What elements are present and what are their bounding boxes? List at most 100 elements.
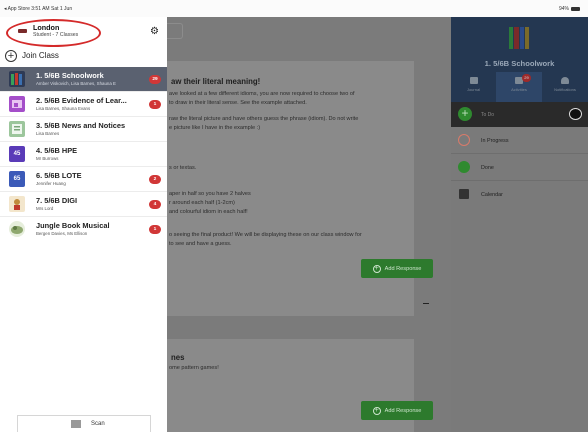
newspaper-icon (12, 124, 22, 134)
class-avatar (9, 96, 25, 112)
clock-icon (458, 134, 470, 146)
add-icon[interactable]: + (458, 107, 472, 121)
done-row[interactable]: Done (451, 154, 588, 181)
class-teachers: Mrs Lord (36, 206, 54, 211)
folder-icon[interactable] (569, 108, 582, 120)
class-name: Jungle Book Musical (36, 221, 110, 230)
class-teachers: Bergen Davies, Ms Ellison (36, 231, 88, 236)
row-label: Done (481, 165, 494, 171)
more-icon[interactable] (423, 303, 429, 304)
post-line: to draw in their literal sense. See the … (169, 100, 307, 106)
class-item[interactable]: 7. 5/6B DIGI Mrs Lord 4 (0, 192, 167, 217)
journal-icon (469, 77, 478, 84)
tab-label: Activities (511, 87, 527, 92)
class-badge: 2 (149, 175, 161, 184)
class-tabs: Journal 29 Activities Notifications (451, 72, 588, 102)
add-response-button[interactable]: + Add Response (361, 401, 433, 420)
tab-label: Notifications (554, 87, 576, 92)
battery-percent: 94% (558, 6, 569, 12)
class-name: 7. 5/6B DIGI (36, 196, 78, 205)
scan-icon (71, 420, 81, 428)
scan-button[interactable]: Scan (17, 415, 151, 432)
battery-icon (571, 6, 580, 11)
class-avatar: 45 (9, 146, 25, 162)
tab-journal[interactable]: Journal (451, 72, 496, 102)
post-line: and colourful idiom in each half! (169, 209, 248, 215)
character-icon (14, 199, 20, 210)
row-label: In Progress (481, 138, 509, 144)
add-response-label: Add Response (384, 407, 422, 414)
class-badge: 4 (149, 200, 161, 209)
status-bar: ◂ App Store 3:51 AM Sat 1 Jun 94% (0, 0, 588, 17)
class-avatar: 65 (9, 171, 25, 187)
books-icon (509, 27, 529, 49)
gear-icon[interactable]: ⚙ (150, 26, 159, 37)
class-name: 6. 5/6B LOTE (36, 171, 82, 180)
post-card[interactable]: nes ome pattern games! + Add Response (167, 339, 433, 432)
in-progress-row[interactable]: In Progress (451, 127, 588, 154)
class-name: 4. 5/6B HPE (36, 146, 78, 155)
image-icon (12, 100, 22, 108)
tab-notifications[interactable]: Notifications (542, 72, 588, 102)
jungle-icon (11, 226, 23, 234)
post-line: ave looked at a few different idioms, yo… (169, 91, 355, 97)
add-response-label: Add Response (384, 265, 422, 272)
class-item[interactable]: 2. 5/6B Evidence of Lear... Lisa Barnes,… (0, 92, 167, 117)
class-avatar (9, 196, 25, 212)
class-item[interactable]: 65 6. 5/6B LOTE Jennifer Huang 2 (0, 167, 167, 192)
add-icon: + (5, 50, 17, 62)
class-teachers: Jennifer Huang (36, 181, 66, 186)
bell-icon (561, 77, 569, 84)
tab-activities[interactable]: 29 Activities (496, 72, 542, 102)
add-icon: + (372, 264, 381, 273)
post-line: r around each half (1-2cm) (169, 200, 235, 206)
class-teachers: Lisa Barnes (36, 131, 60, 136)
class-name: 3. 5/6B News and Notices (36, 121, 126, 130)
class-avatar (9, 71, 25, 87)
check-icon (458, 161, 470, 173)
join-class-label: Join Class (22, 51, 59, 60)
class-avatar (9, 121, 25, 137)
class-item[interactable]: 45 4. 5/6B HPE Mr Burrows (0, 142, 167, 167)
post-line: aper in half so you have 2 halves (169, 191, 251, 197)
tab-label: Journal (466, 87, 481, 92)
class-name: 2. 5/6B Evidence of Lear... (36, 96, 127, 105)
post-line: e picture like I have in the example :) (169, 125, 261, 131)
post-line: o seeing the final product! We will be d… (169, 232, 362, 238)
join-class-button[interactable]: + Join Class (0, 47, 167, 66)
battery-status: 94% (559, 6, 580, 12)
class-teachers: Mr Burrows (36, 156, 59, 161)
post-card[interactable]: aw their literal meaning! ave looked at … (167, 61, 433, 316)
class-badge: 1 (149, 225, 161, 234)
calendar-row[interactable]: Calendar (451, 181, 588, 208)
post-title: aw their literal meaning! (171, 77, 261, 86)
status-left: ◂ App Store 3:51 AM Sat 1 Jun (4, 6, 73, 12)
class-title: 1. 5/6B Schoolwork (484, 59, 555, 68)
post-line: s or textas. (169, 165, 197, 171)
collapsed-tab[interactable] (167, 23, 183, 39)
highlight-circle (6, 19, 101, 47)
class-item[interactable]: Jungle Book Musical Bergen Davies, Ms El… (0, 217, 167, 242)
todo-row[interactable]: + To Do (451, 102, 588, 127)
post-title: nes (171, 353, 185, 362)
add-icon: + (372, 406, 381, 415)
main-content: aw their literal meaning! ave looked at … (167, 17, 451, 432)
class-teachers: Lisa Barnes, Shauna Evans (36, 106, 91, 111)
class-avatar (9, 221, 25, 237)
class-name: 1. 5/6B Schoolwork (36, 71, 104, 80)
activities-badge: 29 (522, 74, 531, 82)
post-line: raw the literal picture and have others … (169, 116, 359, 122)
class-header: 1. 5/6B Schoolwork Journal 29 Activities… (451, 17, 588, 102)
class-badge: 1 (149, 100, 161, 109)
post-line: ome pattern games! (169, 365, 219, 371)
calendar-icon (459, 189, 469, 199)
class-teachers: Amber Viskovich, Lisa Barnes, Shauna E (36, 81, 116, 86)
books-icon (11, 73, 22, 85)
class-sidebar: London Student - 7 Classes ⚙ + Join Clas… (0, 17, 167, 432)
class-item[interactable]: 1. 5/6B Schoolwork Amber Viskovich, Lisa… (0, 67, 167, 92)
class-item[interactable]: 3. 5/6B News and Notices Lisa Barnes (0, 117, 167, 142)
scan-label: Scan (91, 421, 105, 427)
add-response-button[interactable]: + Add Response (361, 259, 433, 278)
post-line: to see and have a guess. (169, 241, 232, 247)
class-badge: 29 (149, 75, 161, 84)
